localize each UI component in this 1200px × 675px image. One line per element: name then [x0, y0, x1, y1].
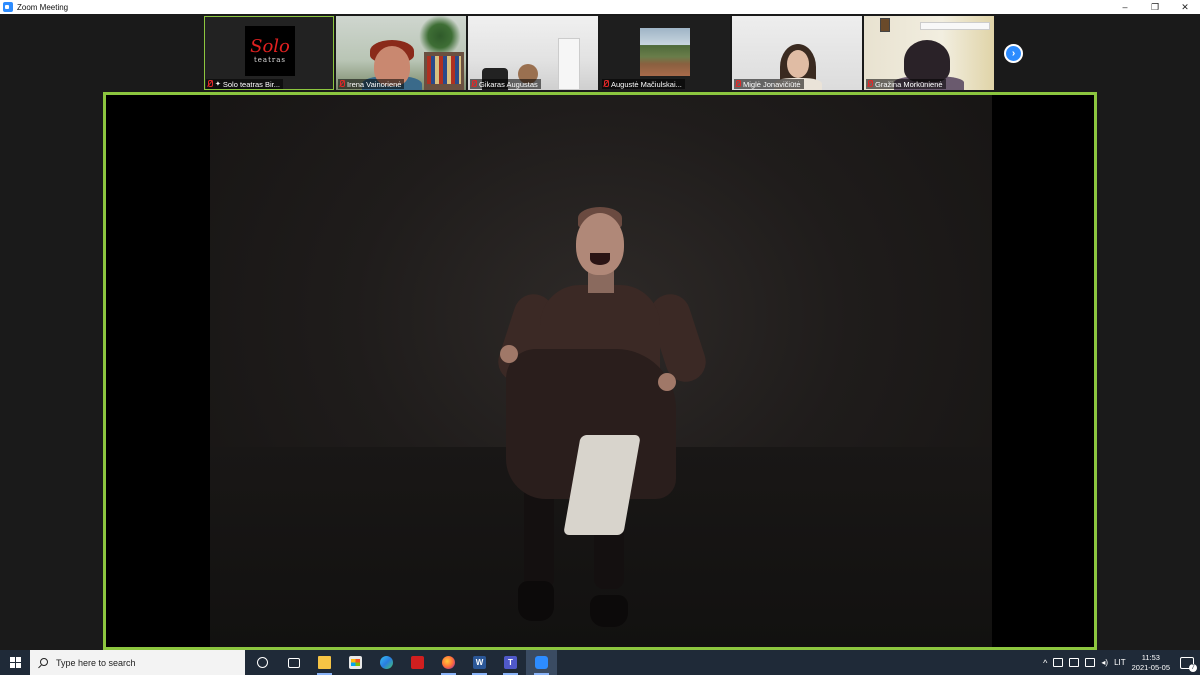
participant-name: Irena Vainorienė [347, 79, 402, 89]
participant-name: Miglė Jonavičiūtė [743, 79, 801, 89]
meeting-area: Solo teatras ✦ Solo teatras Bir... Irena… [0, 14, 1200, 650]
clock[interactable]: 11:53 2021-05-05 [1132, 653, 1170, 673]
participant-name: Solo teatras Bir... [222, 79, 280, 89]
word-icon: W [473, 656, 486, 669]
system-tray: ^ ◂) LIT 11:53 2021-05-05 7 [1043, 650, 1200, 675]
participant-tile-grazina[interactable]: Gražina Morkūnienė [864, 16, 994, 90]
zoom-button[interactable] [526, 650, 557, 675]
window-title: Zoom Meeting [17, 2, 69, 12]
performer-boot-right [590, 595, 628, 627]
muted-mic-icon [471, 80, 477, 88]
restore-button[interactable]: ❐ [1140, 0, 1170, 14]
acrobat-icon [411, 656, 424, 669]
chevron-right-icon: › [1011, 47, 1016, 59]
performer-hand-left [500, 345, 518, 363]
door-background [558, 38, 580, 90]
word-button[interactable]: W [464, 650, 495, 675]
task-view-button[interactable] [278, 650, 309, 675]
notification-count-badge: 7 [1189, 663, 1197, 672]
edge-icon [380, 656, 393, 669]
input-language[interactable]: LIT [1114, 658, 1126, 667]
stage-video-frame [210, 95, 992, 647]
windows-logo-icon [9, 657, 21, 668]
clock-date: 2021-05-05 [1131, 662, 1170, 672]
muted-mic-icon [339, 80, 345, 88]
task-view-icon [287, 657, 300, 668]
participant-tile-auguste[interactable]: Augustė Mačiulskai... [600, 16, 730, 90]
firefox-button[interactable] [433, 650, 464, 675]
file-explorer-icon [318, 656, 331, 669]
participant-tile-migle[interactable]: Miglė Jonavičiūtė [732, 16, 862, 90]
microphone-tray-icon[interactable] [1069, 658, 1080, 667]
network-icon[interactable] [1085, 658, 1096, 667]
notification-center-icon[interactable]: 7 [1180, 656, 1197, 672]
volume-icon[interactable]: ◂) [1101, 658, 1108, 667]
active-speaker-video[interactable] [103, 92, 1097, 650]
muted-mic-icon [867, 80, 873, 88]
picture-frame-background [880, 18, 890, 32]
bookshelf-background [424, 52, 464, 90]
teams-button[interactable]: T [495, 650, 526, 675]
windows-taskbar: Type here to search W T ^ ◂) LIT 11:53 2… [0, 650, 1200, 675]
performer-boot-left [518, 581, 554, 621]
close-button[interactable]: ✕ [1170, 0, 1200, 14]
plant-background [418, 16, 462, 56]
title-bar: Zoom Meeting – ❐ ✕ [0, 0, 1200, 14]
zoom-icon [535, 656, 548, 669]
minimize-button[interactable]: – [1110, 0, 1140, 14]
pin-icon: ✦ [215, 81, 221, 88]
participant-nameplate: Miglė Jonavičiūtė [734, 79, 804, 89]
participant-video-face [787, 50, 809, 78]
participant-name: Augustė Mačiulskai... [611, 79, 682, 89]
participant-nameplate: Gražina Morkūnienė [866, 79, 946, 89]
cortana-button[interactable] [247, 650, 278, 675]
participant-nameplate: ✦ Solo teatras Bir... [206, 79, 283, 89]
cortana-icon [257, 657, 268, 668]
participant-nameplate: Gikaras Augustas [470, 79, 541, 89]
search-icon [38, 657, 48, 668]
taskbar-apps: W T [247, 650, 557, 675]
taskbar-search-box[interactable]: Type here to search [30, 650, 245, 675]
performer-head [576, 213, 624, 275]
microsoft-store-button[interactable] [340, 650, 371, 675]
muted-mic-icon [735, 80, 741, 88]
edge-button[interactable] [371, 650, 402, 675]
acrobat-button[interactable] [402, 650, 433, 675]
firefox-icon [442, 656, 455, 669]
solo-teatras-logo: Solo teatras [245, 26, 295, 76]
participant-tile-gikaras[interactable]: Gikaras Augustas [468, 16, 598, 90]
file-explorer-button[interactable] [309, 650, 340, 675]
teams-icon: T [504, 656, 517, 669]
performer-hand-right [658, 373, 676, 391]
participant-video-hair [904, 40, 950, 82]
participant-video-outdoor [640, 28, 690, 76]
zoom-app-icon [3, 2, 13, 12]
next-participants-button[interactable]: › [1004, 44, 1023, 63]
logo-text-big: Solo [250, 36, 290, 57]
muted-mic-icon [207, 80, 213, 88]
participant-nameplate: Augustė Mačiulskai... [602, 79, 685, 89]
participant-tile-irena[interactable]: Irena Vainorienė [336, 16, 466, 90]
muted-mic-icon [603, 80, 609, 88]
participant-tile-solo-teatras[interactable]: Solo teatras ✦ Solo teatras Bir... [204, 16, 334, 90]
microsoft-store-icon [349, 656, 362, 669]
performer-figure [210, 95, 992, 647]
logo-text-small: teatras [253, 56, 287, 64]
search-placeholder: Type here to search [56, 657, 136, 668]
performer-mouth [590, 253, 610, 265]
clock-time: 11:53 [1141, 652, 1160, 662]
air-conditioner-background [920, 22, 990, 30]
participant-strip: Solo teatras ✦ Solo teatras Bir... Irena… [204, 16, 994, 90]
window-controls: – ❐ ✕ [1110, 0, 1200, 14]
show-hidden-icons-chevron-icon[interactable]: ^ [1043, 658, 1047, 668]
tray-app-icon[interactable] [1053, 658, 1064, 667]
participant-name: Gražina Morkūnienė [875, 79, 943, 89]
participant-name: Gikaras Augustas [479, 79, 538, 89]
participant-nameplate: Irena Vainorienė [338, 79, 405, 89]
start-button[interactable] [0, 650, 30, 675]
